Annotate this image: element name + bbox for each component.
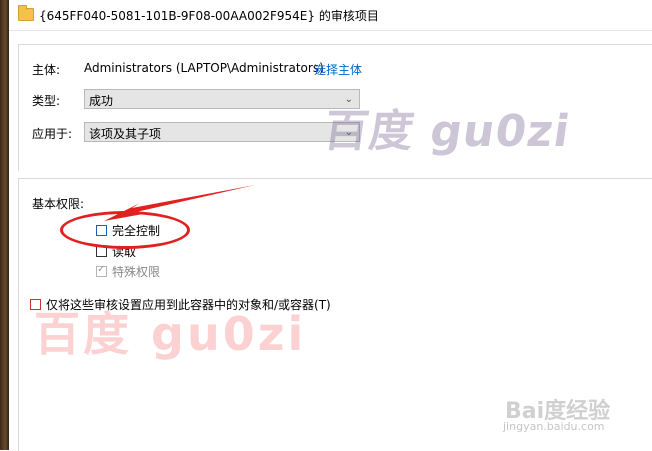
annotation-arrow-icon (104, 185, 255, 221)
